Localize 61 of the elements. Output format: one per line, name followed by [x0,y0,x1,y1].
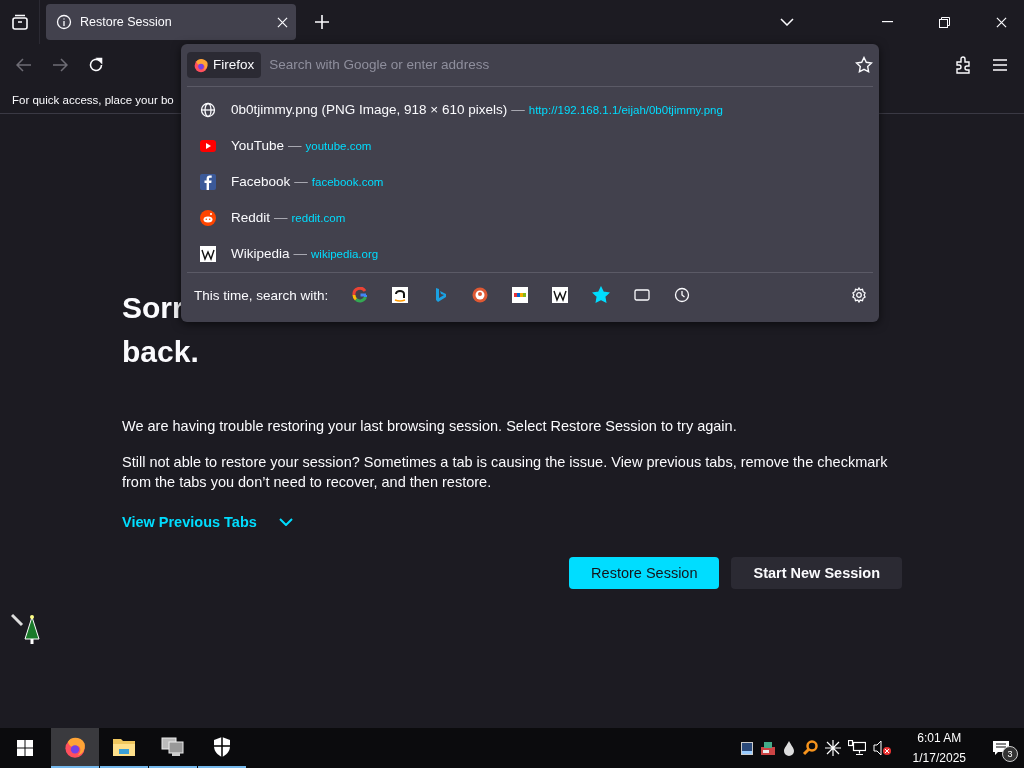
duck-icon[interactable] [472,287,489,304]
restore-icon[interactable] [939,16,950,28]
asterisk-icon[interactable] [824,740,841,756]
suggestion-item[interactable]: Facebook — facebook.com [187,163,873,200]
settings-icon[interactable] [851,287,867,304]
bookmarks-hint: For quick access, place your bo [12,93,174,106]
minimize-icon[interactable] [882,21,893,23]
magnifier-icon[interactable] [801,740,818,756]
body-text: Still not able to restore your session? Sometimes a tab is causing the issue. View previous tabs, remove the checkmark from the tabs you don’t need to recover, and then restore. [122,453,889,492]
new-session-button[interactable]: Start New Session [731,557,902,589]
arrow-right-icon[interactable] [52,58,68,72]
facebook-icon [200,173,216,190]
app-tray-icon[interactable] [759,740,776,756]
clock-button[interactable]: 6:01 AM 1/17/2025 [900,728,978,768]
body-text: We are having trouble restoring your last browsing session. Select Restore Session to try again. [122,417,738,436]
tab-list-icon[interactable] [10,14,29,30]
close-icon[interactable] [277,16,288,28]
puzzle-icon[interactable] [956,56,972,74]
suggestion-item[interactable]: YouTube — youtube.com [187,127,873,164]
muted-volume-icon[interactable] [872,740,891,756]
computers-icon[interactable] [160,736,186,758]
plus-icon[interactable] [315,15,329,29]
page-heading: back. [122,334,199,370]
close-icon[interactable] [996,16,1007,28]
alien-icon [200,209,216,226]
google-icon[interactable] [352,287,369,304]
tablet-icon[interactable] [740,741,753,755]
view-previous-tabs-link[interactable]: View Previous Tabs [122,514,293,530]
suggestion-item[interactable]: 0b0tjimmy.png (PNG Image, 918 × 610 pixels) — http://192.168.1.1/eijah/0b0tjimmy.png [187,91,873,128]
folder-icon[interactable] [112,736,136,758]
arrow-left-icon[interactable] [16,58,32,72]
search-with-label: This time, search with: [194,287,329,303]
browser-tab[interactable]: Restore Session [46,4,296,40]
notifications-button[interactable]: 3 [978,728,1024,768]
ebay-icon[interactable] [512,287,529,304]
bookmark-star-icon[interactable] [592,286,611,305]
globe-icon [200,101,216,118]
wikipedia-icon [200,245,216,262]
clock-icon[interactable] [674,287,691,304]
identity-box[interactable]: Firefox [187,51,262,78]
amazon-icon[interactable] [392,287,409,304]
windows-icon[interactable] [17,740,33,756]
network-icon[interactable] [847,740,866,756]
menu-icon[interactable] [993,59,1007,71]
tab-icon[interactable] [634,288,651,303]
play-icon [200,139,216,152]
info-icon [56,14,72,30]
suggestion-item[interactable]: Wikipedia — wikipedia.org [187,235,873,272]
firefox-logo-icon[interactable] [63,735,87,759]
suggestion-item[interactable]: Reddit — reddit.com [187,199,873,236]
notification-count: 3 [1002,746,1018,762]
firefox-logo-icon [193,56,209,73]
drop-icon[interactable] [782,740,795,756]
shield-icon[interactable] [212,736,232,758]
address-field[interactable]: Search with Google or enter address [269,51,847,78]
taskbar-app-button[interactable] [51,728,99,768]
page-heading: Sorr [122,290,184,326]
reload-icon[interactable] [88,57,104,73]
chevron-down-icon[interactable] [278,518,293,526]
restore-session-button[interactable]: Restore Session [569,557,720,589]
wikipedia-icon[interactable] [552,287,569,304]
